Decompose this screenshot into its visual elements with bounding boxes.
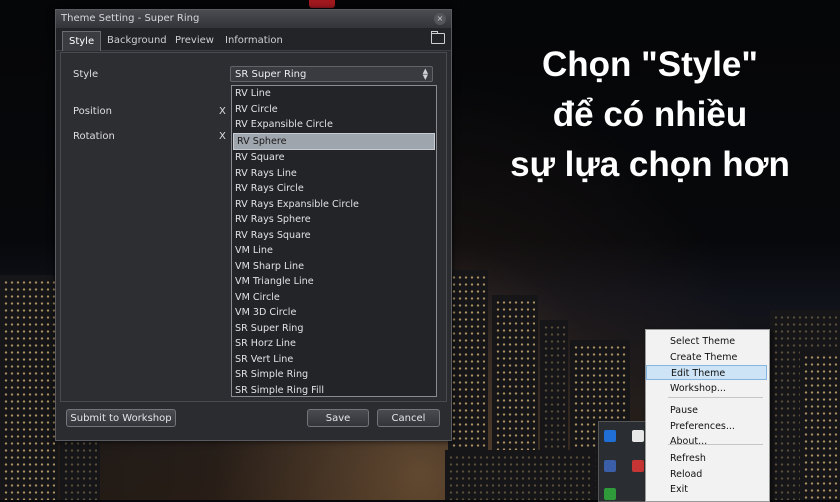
position-label: Position (73, 106, 112, 117)
dropdown-option[interactable]: RV Circle (232, 102, 436, 118)
context-menu-item[interactable]: Pause (646, 403, 767, 418)
context-menu-item[interactable]: Select Theme (646, 334, 767, 349)
style-select-value: SR Super Ring (235, 69, 307, 80)
context-menu-item[interactable]: Exit (646, 482, 767, 497)
dropdown-option[interactable]: RV Rays Sphere (232, 212, 436, 228)
context-menu-item[interactable]: Preferences... (646, 419, 767, 434)
context-menu-item[interactable]: About... (646, 434, 767, 449)
dropdown-option[interactable]: VM Circle (232, 290, 436, 306)
context-menu-item[interactable]: Workshop... (646, 381, 767, 396)
context-menu-item[interactable]: Refresh (646, 451, 767, 466)
rotation-label: Rotation (73, 131, 115, 142)
app-icon[interactable] (632, 460, 644, 472)
building (800, 350, 840, 500)
dropdown-option[interactable]: SR Simple Ring (232, 367, 436, 383)
headline-line-3: sự lựa chọn hơn (510, 145, 790, 184)
battery-icon[interactable] (604, 488, 616, 500)
title-bar[interactable]: Theme Setting - Super Ring × (56, 10, 451, 28)
context-menu-item[interactable]: Create Theme (646, 350, 767, 365)
submit-to-workshop-button[interactable]: Submit to Workshop (66, 409, 176, 427)
dropdown-option[interactable]: SR Horz Line (232, 336, 436, 352)
dropdown-option[interactable]: VM 3D Circle (232, 305, 436, 321)
style-select[interactable]: SR Super Ring ▲ ▼ (230, 66, 433, 82)
building (0, 275, 58, 500)
arrow-down-icon: ▼ (422, 73, 428, 81)
folder-icon[interactable] (431, 31, 445, 44)
headline: Chọn "Style" để có nhiều sự lựa chọn hơn (470, 40, 830, 190)
tab-information[interactable]: Information (219, 31, 289, 50)
window-title: Theme Setting - Super Ring (61, 13, 200, 24)
headline-line-1: Chọn "Style" (542, 45, 758, 84)
building (445, 450, 595, 500)
style-label: Style (73, 69, 99, 80)
dropdown-option[interactable]: RV Sphere (233, 132, 435, 150)
close-button[interactable]: × (434, 13, 446, 25)
save-button[interactable]: Save (307, 409, 369, 427)
dropdown-option[interactable]: VM Line (232, 243, 436, 259)
dropdown-option[interactable]: RV Expansible Circle (232, 117, 436, 133)
position-x-label: X (219, 106, 226, 117)
style-dropdown-list[interactable]: RV Line RV Circle RV Expansible Circle RV S… (231, 85, 437, 397)
rotation-x-label: X (219, 131, 226, 142)
dropdown-option[interactable]: VM Triangle Line (232, 274, 436, 290)
dropdown-option[interactable]: RV Rays Circle (232, 181, 436, 197)
cancel-button[interactable]: Cancel (377, 409, 440, 427)
headline-line-2: để có nhiều (552, 95, 748, 134)
dropdown-option[interactable]: SR Simple Ring Fill (232, 383, 436, 399)
dropdown-option[interactable]: RV Rays Line (232, 166, 436, 182)
dropdown-option[interactable]: RV Square (232, 150, 436, 166)
dropdown-option[interactable]: RV Rays Square (232, 228, 436, 244)
app-icon[interactable] (604, 460, 616, 472)
tab-style[interactable]: Style (62, 31, 102, 51)
context-menu-item[interactable]: Edit Theme (646, 365, 767, 381)
bluetooth-icon[interactable] (604, 430, 616, 442)
select-arrows-icon: ▲ ▼ (422, 68, 428, 81)
dropdown-option[interactable]: RV Rays Expansible Circle (232, 197, 436, 213)
antivirus-icon[interactable] (632, 430, 644, 442)
tab-background[interactable]: Background (101, 31, 173, 50)
context-menu: Select Theme Create Theme Edit Theme Worksh… (645, 329, 770, 502)
red-light (309, 0, 335, 8)
menu-separator (668, 397, 763, 398)
tab-preview[interactable]: Preview (169, 31, 220, 50)
dropdown-option[interactable]: SR Super Ring (232, 321, 436, 337)
context-menu-item[interactable]: Reload (646, 467, 767, 482)
dropdown-option[interactable]: SR Vert Line (232, 352, 436, 368)
dropdown-option[interactable]: RV Line (232, 86, 436, 102)
tab-bar: Style Background Preview Information (56, 28, 451, 51)
dropdown-option[interactable]: VM Sharp Line (232, 259, 436, 275)
system-tray (598, 421, 650, 502)
menu-separator (668, 444, 763, 445)
